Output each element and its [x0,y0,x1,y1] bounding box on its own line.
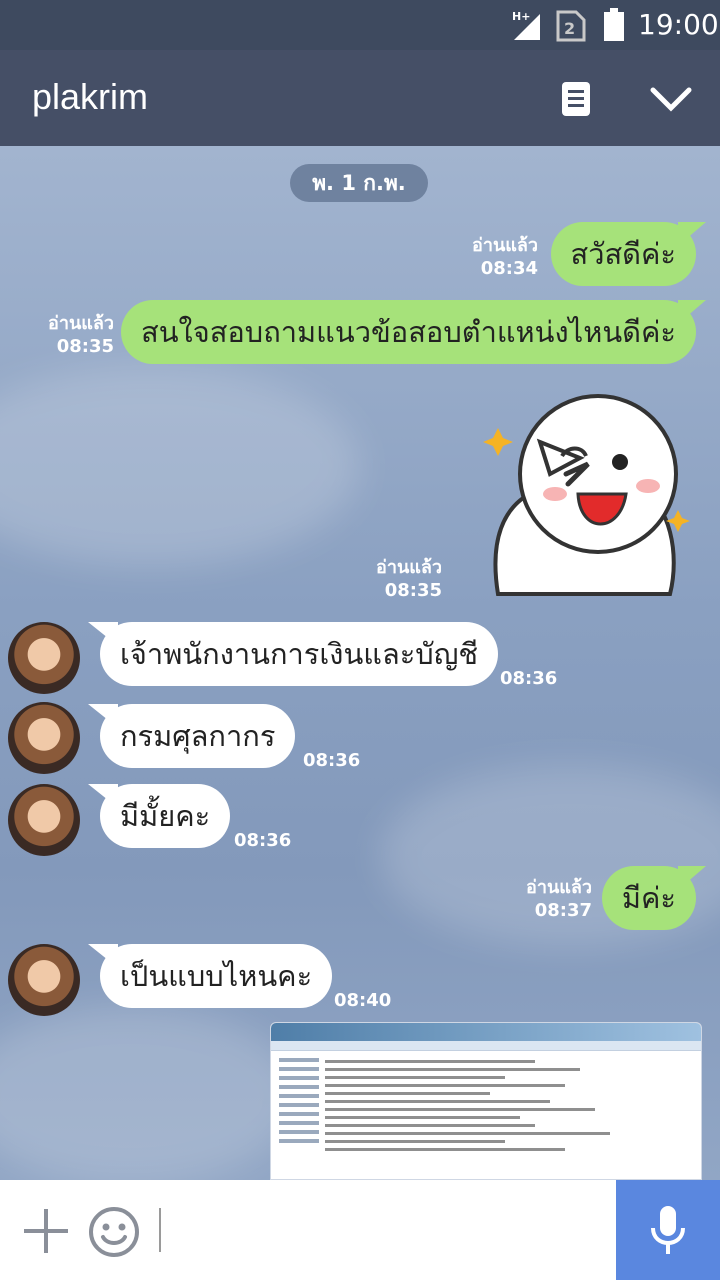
message-input[interactable] [170,1210,600,1250]
avatar[interactable] [8,622,80,694]
sim-icon: 2 [556,10,586,42]
notes-icon[interactable] [560,81,592,117]
message-time: 08:40 [334,990,392,1011]
message-time: 08:36 [234,830,292,851]
message-bubble-incoming[interactable]: กรมศุลกากร [100,704,296,768]
message-time: 08:35 [384,580,442,601]
chevron-down-icon[interactable] [650,86,692,112]
message-bubble-outgoing[interactable]: สนใจสอบถามแนวข้อสอบตำแหน่งไหนดีค่ะ [121,300,696,364]
read-receipt: อ่านแล้ว [472,235,538,256]
message-bubble-outgoing[interactable]: สวัสดีค่ะ [550,222,696,286]
chat-area[interactable]: พ. 1 ก.พ. อ่านแล้ว 08:34 สวัสดีค่ะ อ่านแ… [0,146,720,1180]
message-meta: อ่านแล้ว 08:34 [472,234,538,280]
image-window-file-list [325,1055,625,1156]
image-window-titlebar [271,1023,701,1041]
chat-title: plakrim [32,76,149,117]
message-time: 08:37 [534,900,592,921]
read-receipt: อ่านแล้ว [376,557,442,578]
image-window-sidebar [279,1053,319,1148]
status-bar: H+ 2 19:00 [0,0,720,50]
message-time: 08:34 [480,258,538,279]
network-signal-icon: H+ [512,10,540,40]
message-meta: อ่านแล้ว 08:37 [526,876,592,922]
battery-icon [604,8,624,41]
avatar[interactable] [8,702,80,774]
message-time: 08:35 [56,336,114,357]
plus-icon[interactable] [22,1207,70,1255]
message-input-bar [0,1180,720,1280]
message-bubble-outgoing[interactable]: มีค่ะ [601,866,696,930]
message-bubble-incoming[interactable]: เจ้าพนักงานการเงินและบัญชี [100,622,499,686]
avatar[interactable] [8,784,80,856]
message-bubble-incoming[interactable]: มีมั้ยคะ [100,784,231,848]
background-cloud [0,1006,300,1180]
svg-text:H+: H+ [512,10,530,23]
background-cloud [0,366,360,566]
chat-header: plakrim [0,50,720,146]
message-meta: อ่านแล้ว 08:35 [376,556,442,602]
sticker-image[interactable] [470,394,690,604]
emoji-icon[interactable] [88,1206,140,1258]
avatar[interactable] [8,944,80,1016]
date-divider: พ. 1 ก.พ. [290,164,428,202]
read-receipt: อ่านแล้ว [526,877,592,898]
voice-message-button[interactable] [616,1180,720,1280]
text-cursor [159,1208,161,1252]
message-time: 08:36 [500,668,558,689]
status-clock: 19:00 [638,8,719,41]
read-receipt: อ่านแล้ว [48,313,114,334]
message-bubble-incoming[interactable]: เป็นแบบไหนคะ [100,944,333,1008]
image-window-toolbar [271,1041,701,1051]
svg-text:2: 2 [564,19,575,38]
microphone-icon [651,1206,685,1254]
message-time: 08:36 [303,750,361,771]
shared-image[interactable] [270,1022,702,1180]
message-meta: อ่านแล้ว 08:35 [48,312,114,358]
